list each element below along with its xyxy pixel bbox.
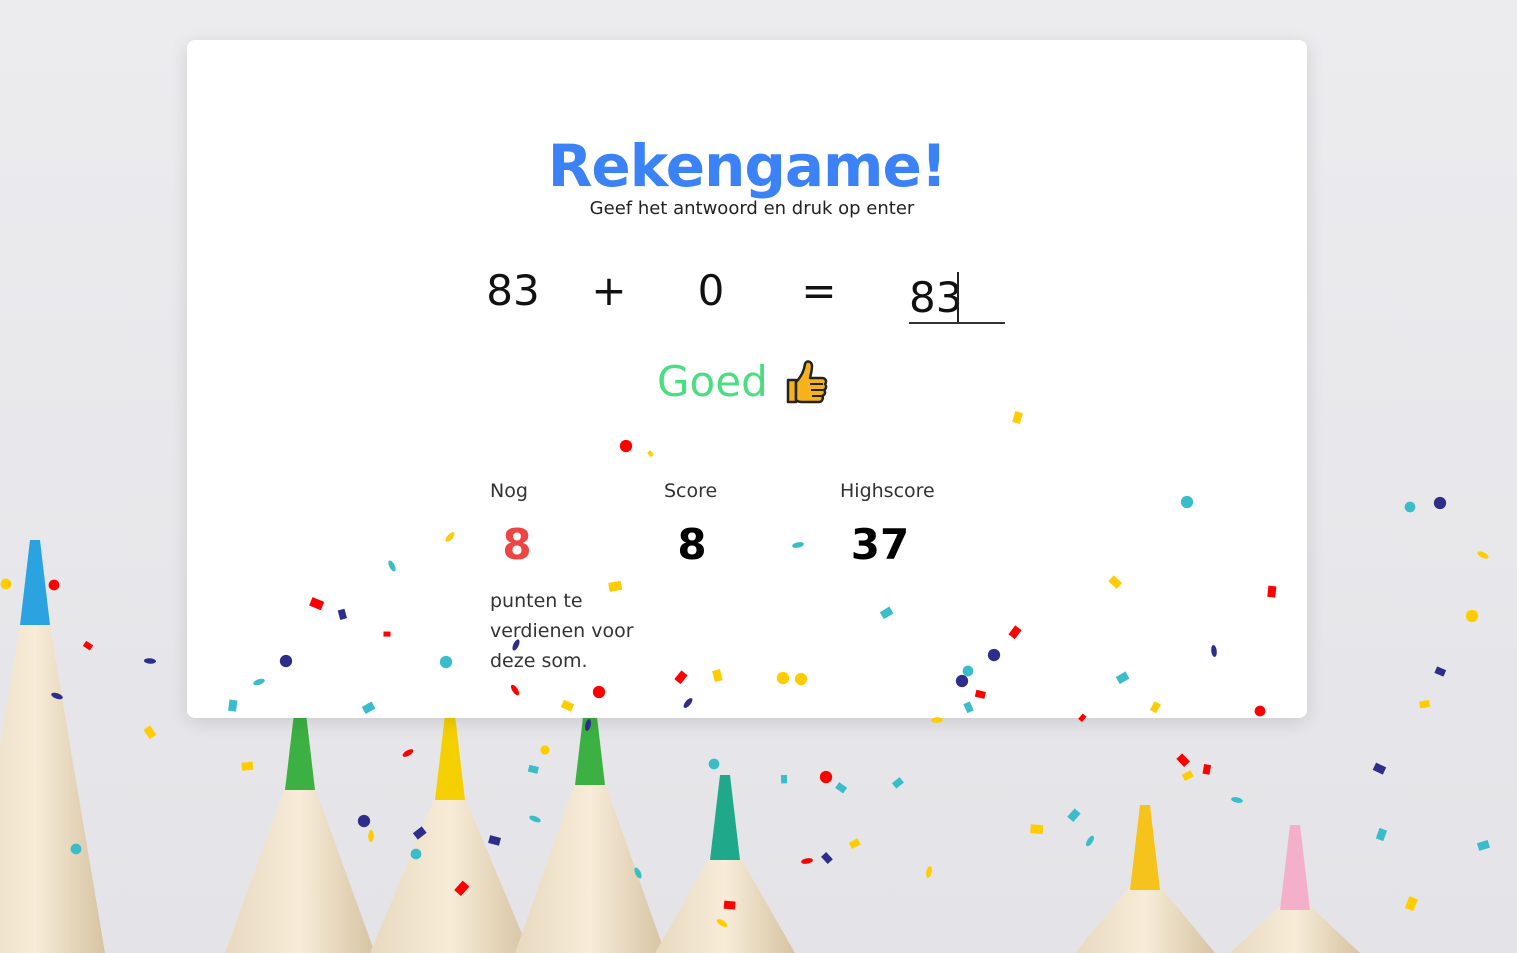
highscore-label: Highscore: [840, 480, 935, 502]
remaining-note: punten te verdienen voor deze som.: [490, 590, 634, 672]
instruction-text: Geef het antwoord en druk op enter: [589, 198, 915, 219]
score-value: 8: [677, 520, 707, 569]
score-label: Score: [664, 480, 718, 502]
sum-right-operand: 0: [697, 266, 725, 315]
game-card: Rekengame! Geef het antwoord en druk op …: [187, 40, 1307, 718]
feedback-text: Goed: [657, 357, 768, 406]
remaining-points-value: 8: [502, 520, 532, 569]
page-title: Rekengame!: [547, 132, 948, 200]
highscore-value: 37: [850, 520, 910, 569]
thumbs-up-icon: [786, 359, 828, 403]
feedback-message: Goed: [657, 357, 830, 406]
text-cursor: [957, 272, 959, 322]
remaining-label: Nog: [490, 480, 528, 502]
sum-equals-sign: =: [801, 266, 837, 315]
